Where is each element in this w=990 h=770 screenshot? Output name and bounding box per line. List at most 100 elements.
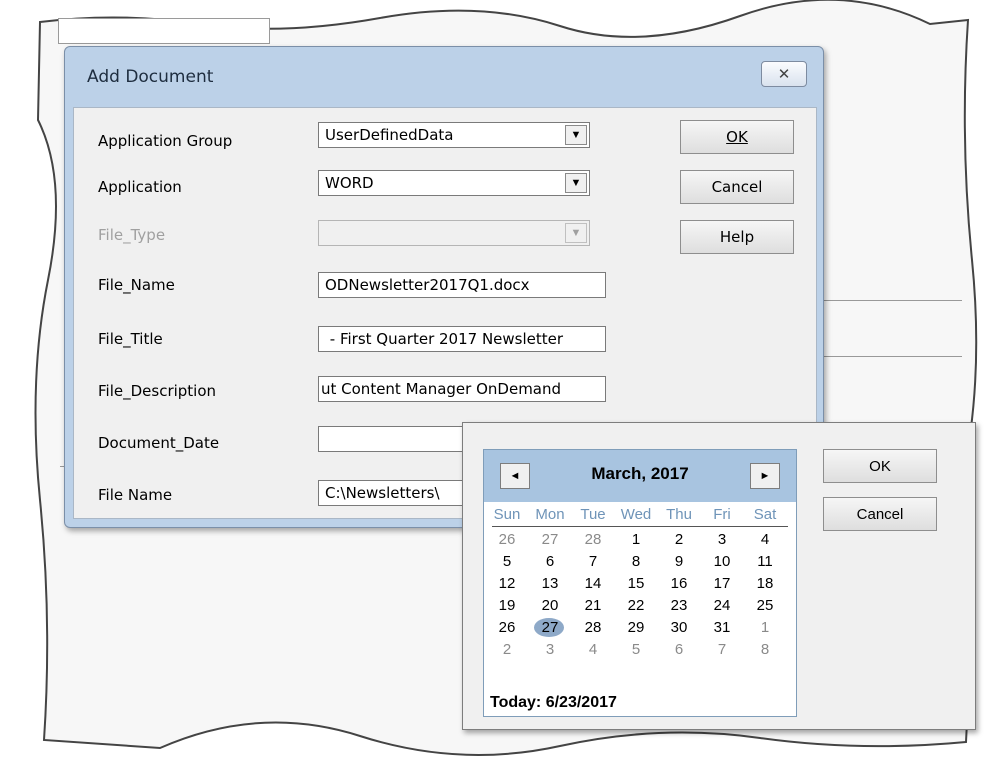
calendar-day[interactable]: 28	[574, 530, 612, 550]
calendar-day[interactable]: 8	[617, 552, 655, 572]
application-group-value: UserDefinedData	[325, 126, 454, 144]
day-of-week-label: Mon	[535, 506, 565, 523]
right-arrow-icon: ►	[759, 470, 771, 482]
close-icon: ✕	[777, 66, 791, 83]
calendar-day[interactable]: 26	[488, 618, 526, 638]
calendar-ok-button[interactable]: OK	[823, 449, 937, 483]
day-of-week-label: Wed	[620, 506, 652, 523]
document-date-input[interactable]	[318, 426, 464, 452]
calendar-day[interactable]: 21	[574, 596, 612, 616]
file-title-value: - First Quarter 2017 Newsletter	[325, 330, 564, 348]
calendar-day[interactable]: 2	[660, 530, 698, 550]
application-group-label: Application Group	[98, 132, 233, 150]
calendar-day[interactable]: 1	[617, 530, 655, 550]
calendar-day[interactable]: 30	[660, 618, 698, 638]
file-name-label: File_Name	[98, 276, 175, 294]
file-name-input[interactable]: ODNewsletter2017Q1.docx	[318, 272, 606, 298]
cancel-button-label: Cancel	[711, 178, 763, 196]
dropdown-arrow-icon[interactable]: ▼	[565, 223, 587, 243]
calendar-day[interactable]: 13	[531, 574, 569, 594]
calendar-day[interactable]: 3	[531, 640, 569, 660]
file-description-value: ut Content Manager OnDemand	[321, 380, 562, 398]
file-title-label: File_Title	[98, 330, 163, 348]
calendar-day[interactable]: 8	[746, 640, 784, 660]
calendar-cancel-button[interactable]: Cancel	[823, 497, 937, 531]
calendar-day[interactable]: 9	[660, 552, 698, 572]
close-button[interactable]: ✕	[761, 61, 807, 87]
day-of-week-label: Tue	[580, 506, 606, 523]
file-name-path-value: C:\Newsletters\	[325, 484, 440, 502]
date-picker-popup: ◄ March, 2017 ► Sun Mon Tue Wed Thu Fri Sat 26…	[462, 422, 976, 730]
file-type-select[interactable]: ▼	[318, 220, 590, 246]
calendar-ok-label: OK	[869, 457, 891, 475]
cancel-button[interactable]: Cancel	[680, 170, 794, 204]
calendar-day[interactable]: 3	[703, 530, 741, 550]
calendar-day[interactable]: 25	[746, 596, 784, 616]
application-label: Application	[98, 178, 182, 196]
calendar-header: ◄ March, 2017 ►	[484, 450, 796, 502]
calendar-day[interactable]: 6	[660, 640, 698, 660]
calendar-day[interactable]: 7	[703, 640, 741, 660]
application-select[interactable]: WORD ▼	[318, 170, 590, 196]
file-title-input[interactable]: - First Quarter 2017 Newsletter	[318, 326, 606, 352]
calendar-day[interactable]: 18	[746, 574, 784, 594]
calendar-day[interactable]: 1	[746, 618, 784, 638]
background-divider	[822, 356, 962, 357]
ok-button-label: OK	[726, 128, 748, 146]
file-name-value: ODNewsletter2017Q1.docx	[325, 276, 530, 294]
calendar-day[interactable]: 22	[617, 596, 655, 616]
background-divider	[822, 300, 962, 301]
calendar-day[interactable]: 5	[488, 552, 526, 572]
background-field	[58, 18, 270, 44]
dropdown-arrow-icon[interactable]: ▼	[565, 125, 587, 145]
dialog-title: Add Document	[87, 67, 214, 87]
file-description-label: File_Description	[98, 382, 217, 400]
file-name-path-label: File Name	[98, 486, 173, 504]
day-of-week-label: Thu	[666, 506, 692, 523]
calendar-day[interactable]: 29	[617, 618, 655, 638]
calendar-day[interactable]: 5	[617, 640, 655, 660]
previous-month-button[interactable]: ◄	[500, 463, 530, 489]
help-button[interactable]: Help	[680, 220, 794, 254]
document-date-label: Document_Date	[98, 434, 220, 452]
file-type-label: File_Type	[98, 226, 166, 244]
calendar-day[interactable]: 6	[531, 552, 569, 572]
calendar-day[interactable]: 27	[531, 530, 569, 550]
days-of-week-divider	[492, 526, 788, 527]
day-of-week-label: Fri	[713, 506, 731, 523]
calendar-day[interactable]: 2	[488, 640, 526, 660]
calendar-day[interactable]: 31	[703, 618, 741, 638]
calendar-day[interactable]: 14	[574, 574, 612, 594]
calendar-day[interactable]: 27	[531, 618, 569, 638]
calendar-day[interactable]: 12	[488, 574, 526, 594]
dropdown-arrow-icon[interactable]: ▼	[565, 173, 587, 193]
today-link[interactable]: Today: 6/23/2017	[490, 694, 617, 712]
calendar-day[interactable]: 20	[531, 596, 569, 616]
calendar-day[interactable]: 24	[703, 596, 741, 616]
calendar-day[interactable]: 26	[488, 530, 526, 550]
day-of-week-label: Sat	[753, 506, 777, 523]
calendar-day[interactable]: 28	[574, 618, 612, 638]
calendar-cancel-label: Cancel	[856, 505, 904, 523]
help-button-label: Help	[719, 228, 755, 246]
calendar-day[interactable]: 15	[617, 574, 655, 594]
next-month-button[interactable]: ►	[750, 463, 780, 489]
day-of-week-label: Sun	[493, 506, 521, 523]
file-description-input[interactable]: ut Content Manager OnDemand	[318, 376, 606, 402]
ok-button[interactable]: OK	[680, 120, 794, 154]
application-value: WORD	[325, 174, 374, 192]
calendar-day[interactable]: 19	[488, 596, 526, 616]
file-name-path-input[interactable]: C:\Newsletters\	[318, 480, 464, 506]
calendar-day[interactable]: 11	[746, 552, 784, 572]
month-calendar: ◄ March, 2017 ► Sun Mon Tue Wed Thu Fri Sat 26…	[483, 449, 797, 717]
application-group-select[interactable]: UserDefinedData ▼	[318, 122, 590, 148]
calendar-day[interactable]: 4	[574, 640, 612, 660]
month-year-label[interactable]: March, 2017	[544, 464, 736, 484]
left-arrow-icon: ◄	[509, 470, 521, 482]
calendar-day[interactable]: 4	[746, 530, 784, 550]
calendar-day[interactable]: 10	[703, 552, 741, 572]
calendar-day[interactable]: 23	[660, 596, 698, 616]
calendar-day[interactable]: 17	[703, 574, 741, 594]
calendar-day[interactable]: 16	[660, 574, 698, 594]
calendar-day[interactable]: 7	[574, 552, 612, 572]
